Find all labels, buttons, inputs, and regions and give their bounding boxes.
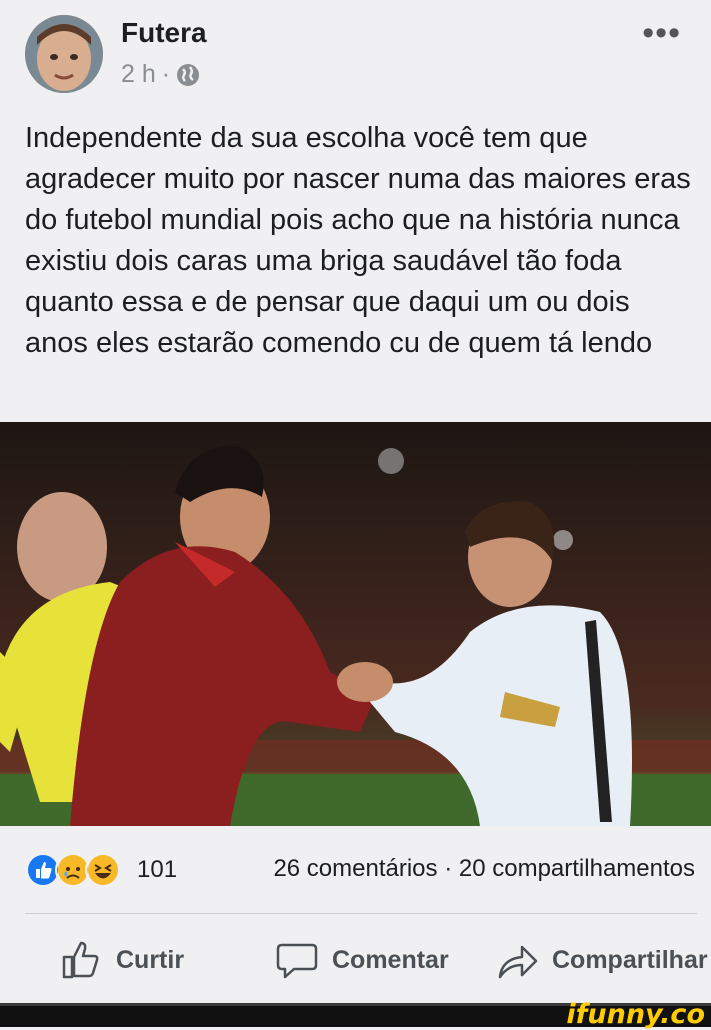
post-time[interactable]: 2 h xyxy=(121,60,156,89)
author-name[interactable]: Futera xyxy=(121,17,207,49)
comments-count[interactable]: 26 comentários xyxy=(273,855,437,882)
engagement-counts: 26 comentários · 20 compartilhamentos xyxy=(273,855,695,883)
watermark-bar: ifunny.co xyxy=(0,999,711,1030)
action-bar: Curtir Comentar Compartilhar xyxy=(0,932,711,992)
counts-separator: · xyxy=(444,855,453,882)
post-meta: 2 h · xyxy=(121,60,200,89)
haha-reaction-icon xyxy=(85,852,121,888)
reactions-summary[interactable]: 101 xyxy=(25,852,177,888)
share-button[interactable]: Compartilhar xyxy=(496,932,708,988)
share-arrow-icon xyxy=(498,945,538,979)
post-text: Independente da sua escolha você tem que… xyxy=(25,122,699,359)
comment-button[interactable]: Comentar xyxy=(276,932,449,988)
like-label: Curtir xyxy=(116,945,185,974)
avatar[interactable] xyxy=(25,15,103,93)
shares-count[interactable]: 20 compartilhamentos xyxy=(459,855,695,882)
globe-icon xyxy=(177,63,200,86)
speech-bubble-icon xyxy=(276,943,318,979)
more-options-button[interactable]: ••• xyxy=(642,14,681,53)
ifunny-watermark: ifunny.co xyxy=(566,999,705,1030)
post-header: Futera 2 h · ••• xyxy=(0,0,711,110)
post-photo[interactable] xyxy=(0,422,711,826)
post-stats: 101 26 comentários · 20 compartilhamento… xyxy=(0,846,711,896)
meta-separator: · xyxy=(161,60,171,88)
divider xyxy=(25,913,697,914)
comment-label: Comentar xyxy=(332,945,449,974)
thumbs-up-icon xyxy=(62,941,99,979)
share-label: Compartilhar xyxy=(552,945,708,974)
like-button[interactable]: Curtir xyxy=(60,932,184,988)
reaction-count: 101 xyxy=(137,856,178,883)
